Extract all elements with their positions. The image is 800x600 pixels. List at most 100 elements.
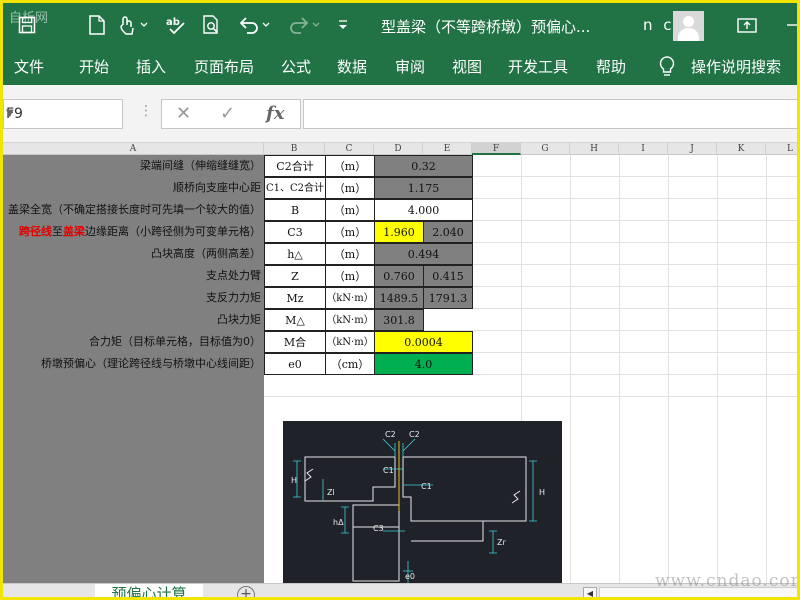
touch-mode-icon[interactable] — [117, 13, 151, 37]
cancel-icon[interactable]: ✕ — [176, 103, 191, 124]
title-bar: 自析网 ab 型盖梁（不等跨桥墩）预偏心... n c — [3, 3, 797, 49]
symbol-cell[interactable]: B — [264, 199, 326, 221]
worksheet-grid[interactable]: A B C D E F G H I J K L 梁端间缝（伸缩缝缝宽） C2合计… — [3, 143, 797, 583]
name-box[interactable]: F9 ▼ — [3, 99, 123, 129]
confirm-icon[interactable]: ✓ — [220, 103, 235, 124]
minimize-icon[interactable] — [787, 13, 797, 37]
column-header-c[interactable]: C — [325, 143, 374, 155]
unit-cell[interactable]: （kN·m） — [325, 287, 375, 309]
row-label-bump-moment[interactable]: 凸块力矩 — [3, 309, 261, 331]
spell-check-icon[interactable]: ab — [165, 13, 189, 37]
tell-me-search[interactable]: 操作说明搜索 — [691, 56, 781, 77]
tab-home[interactable]: 开始 — [79, 56, 109, 77]
tab-developer[interactable]: 开发工具 — [508, 56, 568, 77]
customize-quick-access-icon[interactable] — [335, 13, 351, 37]
unit-cell[interactable]: （m） — [325, 155, 375, 177]
document-title: 型盖梁（不等跨桥墩）预偏心... — [381, 18, 591, 36]
column-header-d[interactable]: D — [374, 143, 423, 155]
unit-cell[interactable]: （kN·m） — [325, 309, 375, 331]
column-header-a[interactable]: A — [3, 143, 264, 155]
insert-function-icon[interactable]: fx — [266, 103, 284, 124]
label-c1-left: C1 — [383, 466, 394, 475]
symbol-cell[interactable]: C2合计 — [264, 155, 326, 177]
tab-review[interactable]: 审阅 — [395, 56, 425, 77]
unit-cell[interactable]: （m） — [325, 199, 375, 221]
column-header-l[interactable]: L — [766, 143, 797, 155]
column-header-b[interactable]: B — [264, 143, 325, 155]
row-label-resultant-moment[interactable]: 合力矩（目标单元格，目标值为0） — [3, 331, 261, 353]
tab-view[interactable]: 视图 — [452, 56, 482, 77]
value-cell[interactable]: 0.415 — [423, 265, 473, 287]
user-initials[interactable]: n c — [643, 16, 675, 34]
column-header-h[interactable]: H — [570, 143, 619, 155]
redo-icon[interactable] — [287, 13, 323, 37]
value-cell[interactable]: 0.32 — [374, 155, 473, 177]
input-value-cell[interactable]: 1.960 — [374, 221, 424, 243]
gridline — [264, 396, 797, 397]
unit-cell[interactable]: （m） — [325, 177, 375, 199]
symbol-cell[interactable]: M合 — [264, 331, 326, 353]
unit-cell[interactable]: （m） — [325, 243, 375, 265]
row-label-lever-arm[interactable]: 支点处力臂 — [3, 265, 261, 287]
value-cell[interactable]: 2.040 — [423, 221, 473, 243]
unit-cell[interactable]: （cm） — [325, 353, 375, 375]
symbol-cell[interactable]: Z — [264, 265, 326, 287]
label-to: 至 — [52, 225, 63, 238]
row-label-cap-width[interactable]: 盖梁全宽（不确定搭接长度时可先填一个较大的值） — [3, 199, 261, 221]
value-cell[interactable]: 0.494 — [374, 243, 473, 265]
value-cell[interactable]: 1.175 — [374, 177, 473, 199]
tab-data[interactable]: 数据 — [337, 56, 367, 77]
label-c1-right: C1 — [421, 482, 432, 491]
column-header-j[interactable]: J — [668, 143, 717, 155]
target-value-cell[interactable]: 0.0004 — [374, 331, 473, 353]
undo-icon[interactable] — [237, 13, 273, 37]
ribbon-display-options-icon[interactable] — [735, 13, 759, 37]
value-cell[interactable]: 0.760 — [374, 265, 424, 287]
symbol-cell[interactable]: C3 — [264, 221, 326, 243]
label-c2-right: C2 — [409, 430, 420, 439]
unit-cell[interactable]: （m） — [325, 221, 375, 243]
user-avatar[interactable] — [673, 11, 704, 41]
new-file-icon[interactable] — [87, 13, 107, 37]
formula-input[interactable] — [303, 99, 797, 129]
symbol-cell[interactable]: e0 — [264, 353, 326, 375]
chevron-down-icon[interactable]: ▼ — [6, 108, 116, 119]
cad-drawing-image[interactable]: C2 C2 C1 C1 C3 H H Zl Zr hΔ e0 — [283, 421, 562, 583]
row-label-pier-eccentricity[interactable]: 桥墩预偏心（理论跨径线与桥墩中心线间距） — [3, 353, 261, 375]
value-cell[interactable]: 1489.5 — [374, 287, 424, 309]
symbol-cell[interactable]: C1、C2合计 — [264, 177, 326, 199]
column-header-k[interactable]: K — [717, 143, 766, 155]
row-label-bearing-distance[interactable]: 顺桥向支座中心距 — [3, 177, 261, 199]
tab-page-layout[interactable]: 页面布局 — [194, 56, 254, 77]
app-window: 自析网 ab 型盖梁（不等跨桥墩）预偏心... n c 文件 开始 插入 页面布… — [0, 0, 800, 600]
tab-formulas[interactable]: 公式 — [281, 56, 311, 77]
tab-file[interactable]: 文件 — [14, 56, 44, 77]
scroll-left-icon[interactable]: ◀ — [583, 587, 597, 597]
row-label-bump-height[interactable]: 凸块高度（两侧高差） — [3, 243, 261, 265]
column-header-g[interactable]: G — [521, 143, 570, 155]
value-cell[interactable]: 1791.3 — [423, 287, 473, 309]
row-label-reaction-moment[interactable]: 支反力力矩 — [3, 287, 261, 309]
value-cell[interactable]: 301.8 — [374, 309, 424, 331]
symbol-cell[interactable]: h△ — [264, 243, 326, 265]
symbol-cell[interactable]: M△ — [264, 309, 326, 331]
tab-insert[interactable]: 插入 — [136, 56, 166, 77]
print-preview-icon[interactable] — [201, 13, 223, 37]
sheet-tab-active[interactable]: 预偏心计算 — [95, 584, 203, 597]
unit-cell[interactable]: （m） — [325, 265, 375, 287]
row-label-joint-gap[interactable]: 梁端间缝（伸缩缝缝宽） — [3, 155, 261, 177]
column-headers: A B C D E F G H I J K L — [3, 143, 797, 155]
column-header-i[interactable]: I — [619, 143, 668, 155]
label-tail: 边缘距离（小跨径侧为可变单元格） — [85, 225, 261, 238]
save-icon[interactable] — [17, 13, 37, 37]
value-cell[interactable]: 4.000 — [374, 199, 473, 221]
unit-cell[interactable]: （kN·m） — [325, 331, 375, 353]
row-label-span-to-edge[interactable]: 跨径线至盖梁边缘距离（小跨径侧为可变单元格） — [3, 221, 261, 243]
result-value-cell[interactable]: 4.0 — [374, 353, 473, 375]
tab-help[interactable]: 帮助 — [596, 56, 626, 77]
symbol-cell[interactable]: Mz — [264, 287, 326, 309]
add-sheet-icon[interactable]: + — [237, 586, 255, 597]
column-header-f[interactable]: F — [472, 143, 521, 155]
label-c2-left: C2 — [385, 430, 396, 439]
column-header-e[interactable]: E — [423, 143, 472, 155]
